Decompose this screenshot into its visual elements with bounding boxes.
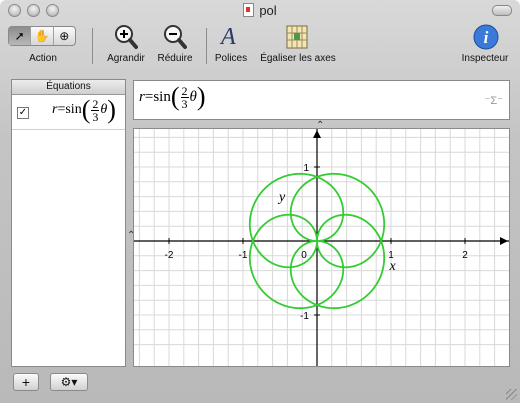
polar-plot[interactable]: -2 -1 1 20-11xy	[134, 129, 509, 366]
graph-area[interactable]: -2 -1 1 2 0 -1 1 x y	[133, 128, 510, 367]
action-segmented-control[interactable]: ➚ ✋ ⊕	[8, 26, 76, 46]
hand-tool-icon[interactable]: ✋	[31, 27, 54, 45]
equation-row[interactable]: ✓ r = sin(2 3 θ)	[12, 95, 125, 130]
equation-formula: r = sin(2 3 θ)	[52, 97, 116, 123]
zoom-out-icon[interactable]	[163, 24, 187, 50]
toolbar-divider	[92, 28, 93, 64]
x-axis-label: x	[389, 259, 397, 274]
x-tick-label: -1	[239, 250, 248, 261]
equations-header: Équations	[12, 80, 125, 95]
inspecteur-button[interactable]: Inspecteur	[452, 53, 518, 64]
equation-fn: sin	[65, 102, 82, 117]
toolbar: ➚ ✋ ⊕ Action Agrandir Réduire A Polices	[0, 22, 520, 70]
equation-visible-checkbox[interactable]: ✓	[17, 107, 29, 119]
open-paren: (	[81, 95, 91, 124]
equation-var: θ	[100, 102, 108, 117]
y-tick-label: -1	[300, 311, 309, 322]
equations-sidebar: Équations ✓ r = sin(2 3 θ)	[11, 79, 126, 367]
fraction: 23	[91, 96, 100, 124]
egaliser-axes-button[interactable]: Égaliser les axes	[254, 53, 342, 64]
action-label: Action	[29, 53, 57, 64]
add-equation-button[interactable]: +	[13, 373, 39, 391]
fonts-icon[interactable]: A	[221, 24, 236, 51]
equals-sign: =	[57, 102, 66, 117]
y-axis-arrow	[313, 130, 321, 138]
editor-formula: r = sin(2 3 θ)	[139, 84, 206, 110]
window-title: pol	[0, 3, 520, 18]
equation-editor[interactable]: r = sin(2 3 θ) ⁻Σ⁻	[133, 80, 510, 120]
pointer-tool-icon[interactable]: ➚	[9, 27, 32, 45]
title-bar: pol	[0, 0, 520, 22]
zoom-in-icon[interactable]	[114, 24, 138, 50]
agrandir-button[interactable]: Agrandir	[101, 53, 151, 64]
x-tick-label: -2	[165, 250, 174, 261]
toolbar-toggle-button[interactable]	[492, 5, 512, 16]
fraction-denominator: 3	[181, 96, 188, 111]
polices-button[interactable]: Polices	[212, 53, 250, 64]
fraction-denominator: 3	[92, 109, 99, 124]
document-icon	[243, 3, 255, 17]
gear-menu-button[interactable]: ⚙▾	[50, 373, 88, 391]
fraction-numerator: 2	[91, 96, 100, 111]
reduire-button[interactable]: Réduire	[151, 53, 199, 64]
close-paren: )	[107, 95, 116, 124]
fraction: 23	[180, 83, 189, 111]
editor-var: θ	[189, 88, 197, 105]
app-window: pol ➚ ✋ ⊕ Action Agrandir Réduire A Poli…	[0, 0, 520, 403]
resize-grip-icon[interactable]	[506, 389, 517, 400]
editor-fn: sin	[153, 88, 171, 105]
zoom-tool-icon[interactable]: ⊕	[54, 27, 75, 45]
info-icon[interactable]: i	[473, 24, 499, 50]
close-paren: )	[196, 82, 206, 111]
open-paren: (	[170, 82, 180, 111]
sigma-menu-button[interactable]: ⁻Σ⁻	[485, 94, 503, 107]
toolbar-divider	[206, 28, 207, 64]
x-axis-arrow	[500, 237, 508, 245]
y-tick-label: 1	[303, 163, 309, 174]
x-tick-label: 2	[462, 250, 468, 261]
x-tick-label: 0	[301, 250, 307, 261]
equals-sign: =	[144, 88, 154, 105]
equalize-axes-icon[interactable]	[285, 24, 309, 50]
fraction-numerator: 2	[180, 83, 189, 98]
svg-text:i: i	[484, 28, 489, 47]
y-axis-label: y	[277, 190, 286, 205]
